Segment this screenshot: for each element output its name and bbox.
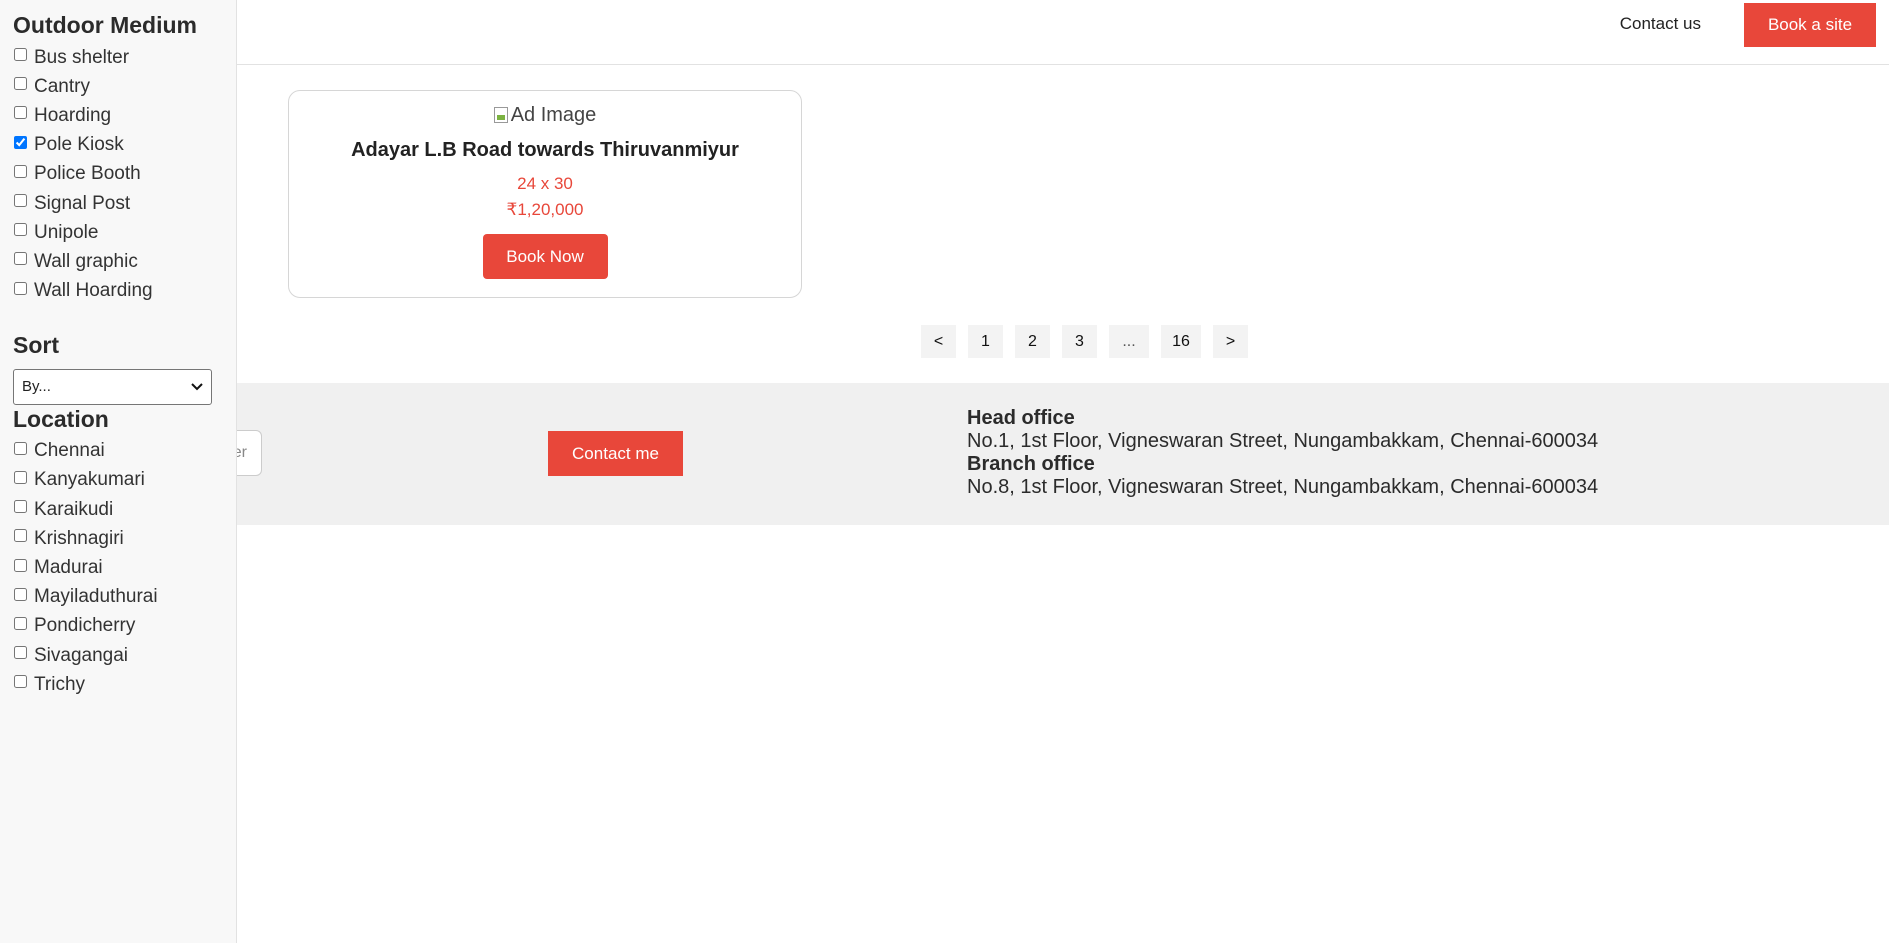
- filter-sidebar: Outdoor Medium Bus shelter Cantry Hoardi…: [0, 0, 237, 943]
- checkbox[interactable]: [14, 675, 27, 689]
- head-office-address: No.1, 1st Floor, Vigneswaran Street, Nun…: [967, 430, 1599, 452]
- filter-option[interactable]: Kanyakumari: [13, 466, 236, 495]
- head-office-label: Head office: [967, 407, 1075, 429]
- filter-option-label: Chennai: [34, 440, 105, 462]
- filter-option[interactable]: Trichy: [13, 670, 236, 699]
- sort-select-value: By...: [22, 378, 51, 396]
- checkbox[interactable]: [14, 558, 27, 572]
- checkbox[interactable]: [14, 164, 27, 178]
- filter-option-label: Karaikudi: [34, 498, 114, 520]
- filter-option-label: Wall graphic: [34, 250, 138, 272]
- footer-band: er Contact me Head office No.1, 1st Floo…: [0, 383, 1889, 525]
- filter-option-label: Unipole: [34, 221, 99, 243]
- filter-option[interactable]: Madurai: [13, 553, 236, 582]
- pagination: < 1 2 3 ... 16 >: [921, 325, 1248, 358]
- broken-image-icon: [493, 107, 508, 123]
- checkbox[interactable]: [14, 135, 27, 149]
- ad-card: Ad Image Adayar L.B Road towards Thiruva…: [288, 90, 802, 298]
- filter-option[interactable]: Unipole: [13, 218, 236, 247]
- filter-option-label: Kanyakumari: [34, 469, 145, 491]
- location-list: Chennai Kanyakumari Karaikudi Krishnagir…: [13, 437, 236, 700]
- sort-select[interactable]: By...: [13, 368, 212, 405]
- filter-option[interactable]: Pole Kiosk: [13, 131, 236, 160]
- filter-option-label: Signal Post: [34, 192, 131, 214]
- checkbox[interactable]: [14, 470, 27, 484]
- filter-option-label: Madurai: [34, 557, 103, 579]
- filter-option[interactable]: Sivagangai: [13, 641, 236, 670]
- checkbox[interactable]: [14, 441, 27, 455]
- filter-option-label: Hoarding: [34, 104, 112, 126]
- filter-option-label: Wall Hoarding: [34, 280, 153, 302]
- book-now-button[interactable]: Book Now: [482, 234, 608, 279]
- checkbox[interactable]: [14, 194, 27, 208]
- outdoor-medium-heading: Outdoor Medium: [13, 12, 197, 38]
- contact-us-link[interactable]: Contact us: [1620, 14, 1701, 34]
- ad-image: Ad Image: [289, 103, 801, 127]
- checkbox[interactable]: [14, 106, 27, 120]
- branch-office-label: Branch office: [967, 453, 1095, 475]
- location-heading: Location: [13, 405, 109, 432]
- ad-price: ₹1,20,000: [506, 200, 584, 219]
- filter-option-label: Sivagangai: [34, 644, 129, 666]
- contact-me-button[interactable]: Contact me: [548, 431, 683, 476]
- filter-option[interactable]: Bus shelter: [13, 43, 236, 72]
- ad-size: 24 x 30: [517, 174, 573, 193]
- chevron-down-icon: [191, 379, 203, 394]
- checkbox[interactable]: [14, 529, 27, 543]
- top-header: Contact us Book a site: [237, 0, 1889, 65]
- filter-option[interactable]: Karaikudi: [13, 495, 236, 524]
- filter-option[interactable]: Pondicherry: [13, 612, 236, 641]
- filter-option[interactable]: Chennai: [13, 437, 236, 466]
- checkbox[interactable]: [14, 616, 27, 630]
- filter-option-label: Mayiladuthurai: [34, 586, 158, 608]
- office-addresses: Head office No.1, 1st Floor, Vigneswaran…: [967, 407, 1598, 499]
- filter-option[interactable]: Cantry: [13, 72, 236, 101]
- filter-option-label: Pole Kiosk: [34, 134, 124, 156]
- filter-option-label: Cantry: [34, 75, 90, 97]
- checkbox[interactable]: [14, 77, 27, 91]
- book-a-site-button[interactable]: Book a site: [1744, 3, 1876, 47]
- filter-option[interactable]: Krishnagiri: [13, 524, 236, 553]
- filter-option[interactable]: Police Booth: [13, 160, 236, 189]
- filter-option[interactable]: Mayiladuthurai: [13, 583, 236, 612]
- checkbox[interactable]: [14, 500, 27, 514]
- checkbox[interactable]: [14, 223, 27, 237]
- checkbox[interactable]: [14, 587, 27, 601]
- page-button-2[interactable]: 2: [1015, 325, 1050, 358]
- checkbox[interactable]: [14, 646, 27, 660]
- checkbox[interactable]: [14, 48, 27, 62]
- ad-image-alt: Ad Image: [510, 103, 597, 126]
- branch-office-address: No.8, 1st Floor, Vigneswaran Street, Nun…: [967, 476, 1599, 498]
- prev-page-button[interactable]: <: [921, 325, 956, 358]
- filter-option-label: Pondicherry: [34, 615, 136, 637]
- page-button-3[interactable]: 3: [1062, 325, 1097, 358]
- filter-option-label: Krishnagiri: [34, 527, 124, 549]
- filter-option-label: Bus shelter: [34, 46, 130, 68]
- ad-title: Adayar L.B Road towards Thiruvanmiyur: [351, 139, 739, 161]
- next-page-button[interactable]: >: [1213, 325, 1248, 358]
- filter-option-label: Police Booth: [34, 163, 141, 185]
- filter-option-label: Trichy: [34, 673, 86, 695]
- checkbox[interactable]: [14, 281, 27, 295]
- filter-option[interactable]: Wall graphic: [13, 247, 236, 276]
- page-button-last[interactable]: 16: [1161, 325, 1201, 358]
- filter-option[interactable]: Wall Hoarding: [13, 277, 236, 306]
- outdoor-medium-list: Bus shelter Cantry Hoarding Pole Kiosk P…: [13, 43, 236, 306]
- checkbox[interactable]: [14, 252, 27, 266]
- filter-option[interactable]: Signal Post: [13, 189, 236, 218]
- page-button-1[interactable]: 1: [968, 325, 1003, 358]
- pagination-ellipsis: ...: [1109, 325, 1149, 358]
- sort-heading: Sort: [13, 331, 59, 358]
- filter-option[interactable]: Hoarding: [13, 101, 236, 130]
